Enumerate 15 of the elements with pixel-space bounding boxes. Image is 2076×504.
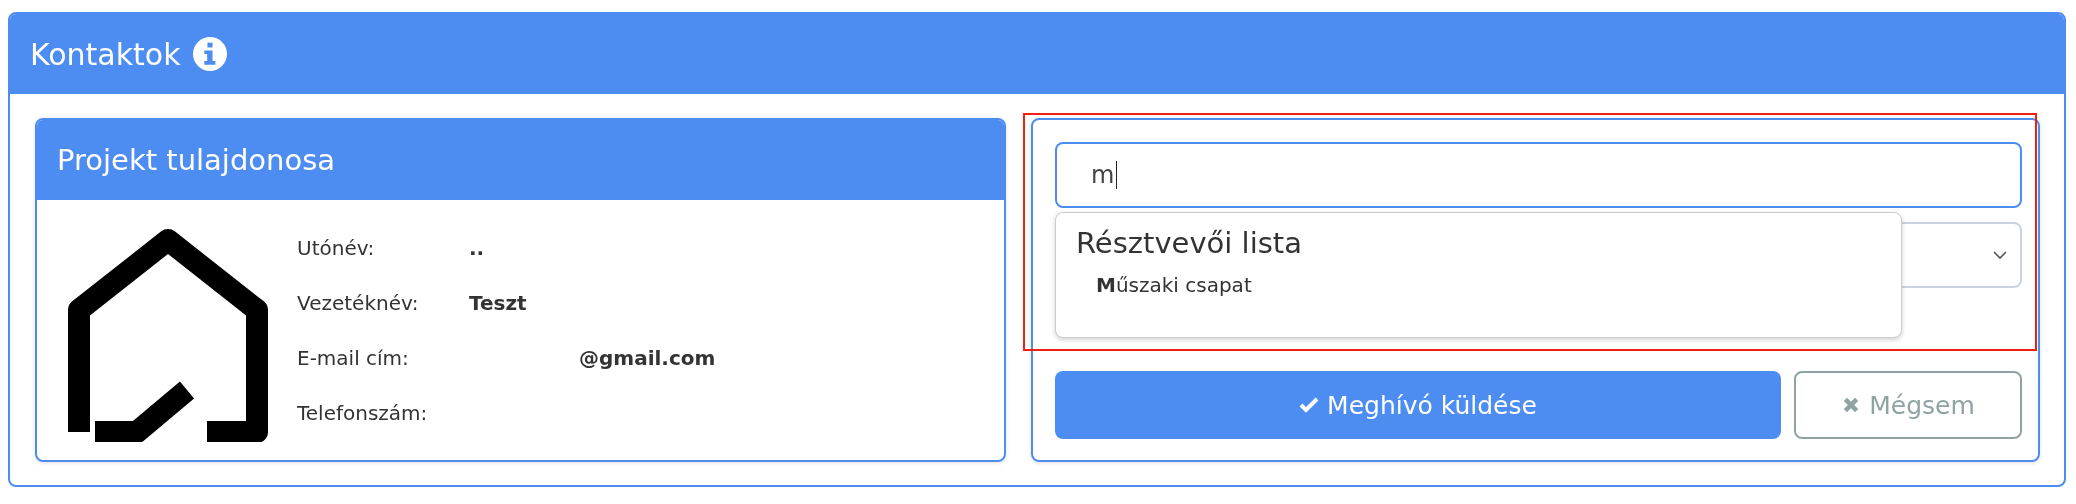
info-icon[interactable] — [192, 37, 227, 71]
field-value: .. — [469, 236, 485, 260]
chevron-down-icon — [1992, 250, 2008, 260]
field-label: Vezetéknév: — [297, 291, 420, 315]
panel-title: Kontaktok — [30, 36, 181, 72]
field-label: Utónév: — [297, 236, 376, 260]
card-title: Projekt tulajdonosa — [57, 143, 336, 177]
field-value: Teszt — [469, 291, 527, 315]
field-label: E-mail cím: — [297, 346, 410, 370]
suggestion-item[interactable]: Műszaki csapat — [1076, 273, 1252, 297]
field-value: @gmail.com — [579, 346, 716, 370]
dropdown-heading: Résztvevői lista — [1076, 225, 1302, 262]
check-icon — [1299, 396, 1320, 414]
field-label: Telefonszám: — [297, 401, 429, 425]
search-field[interactable]: m — [1055, 142, 2022, 208]
